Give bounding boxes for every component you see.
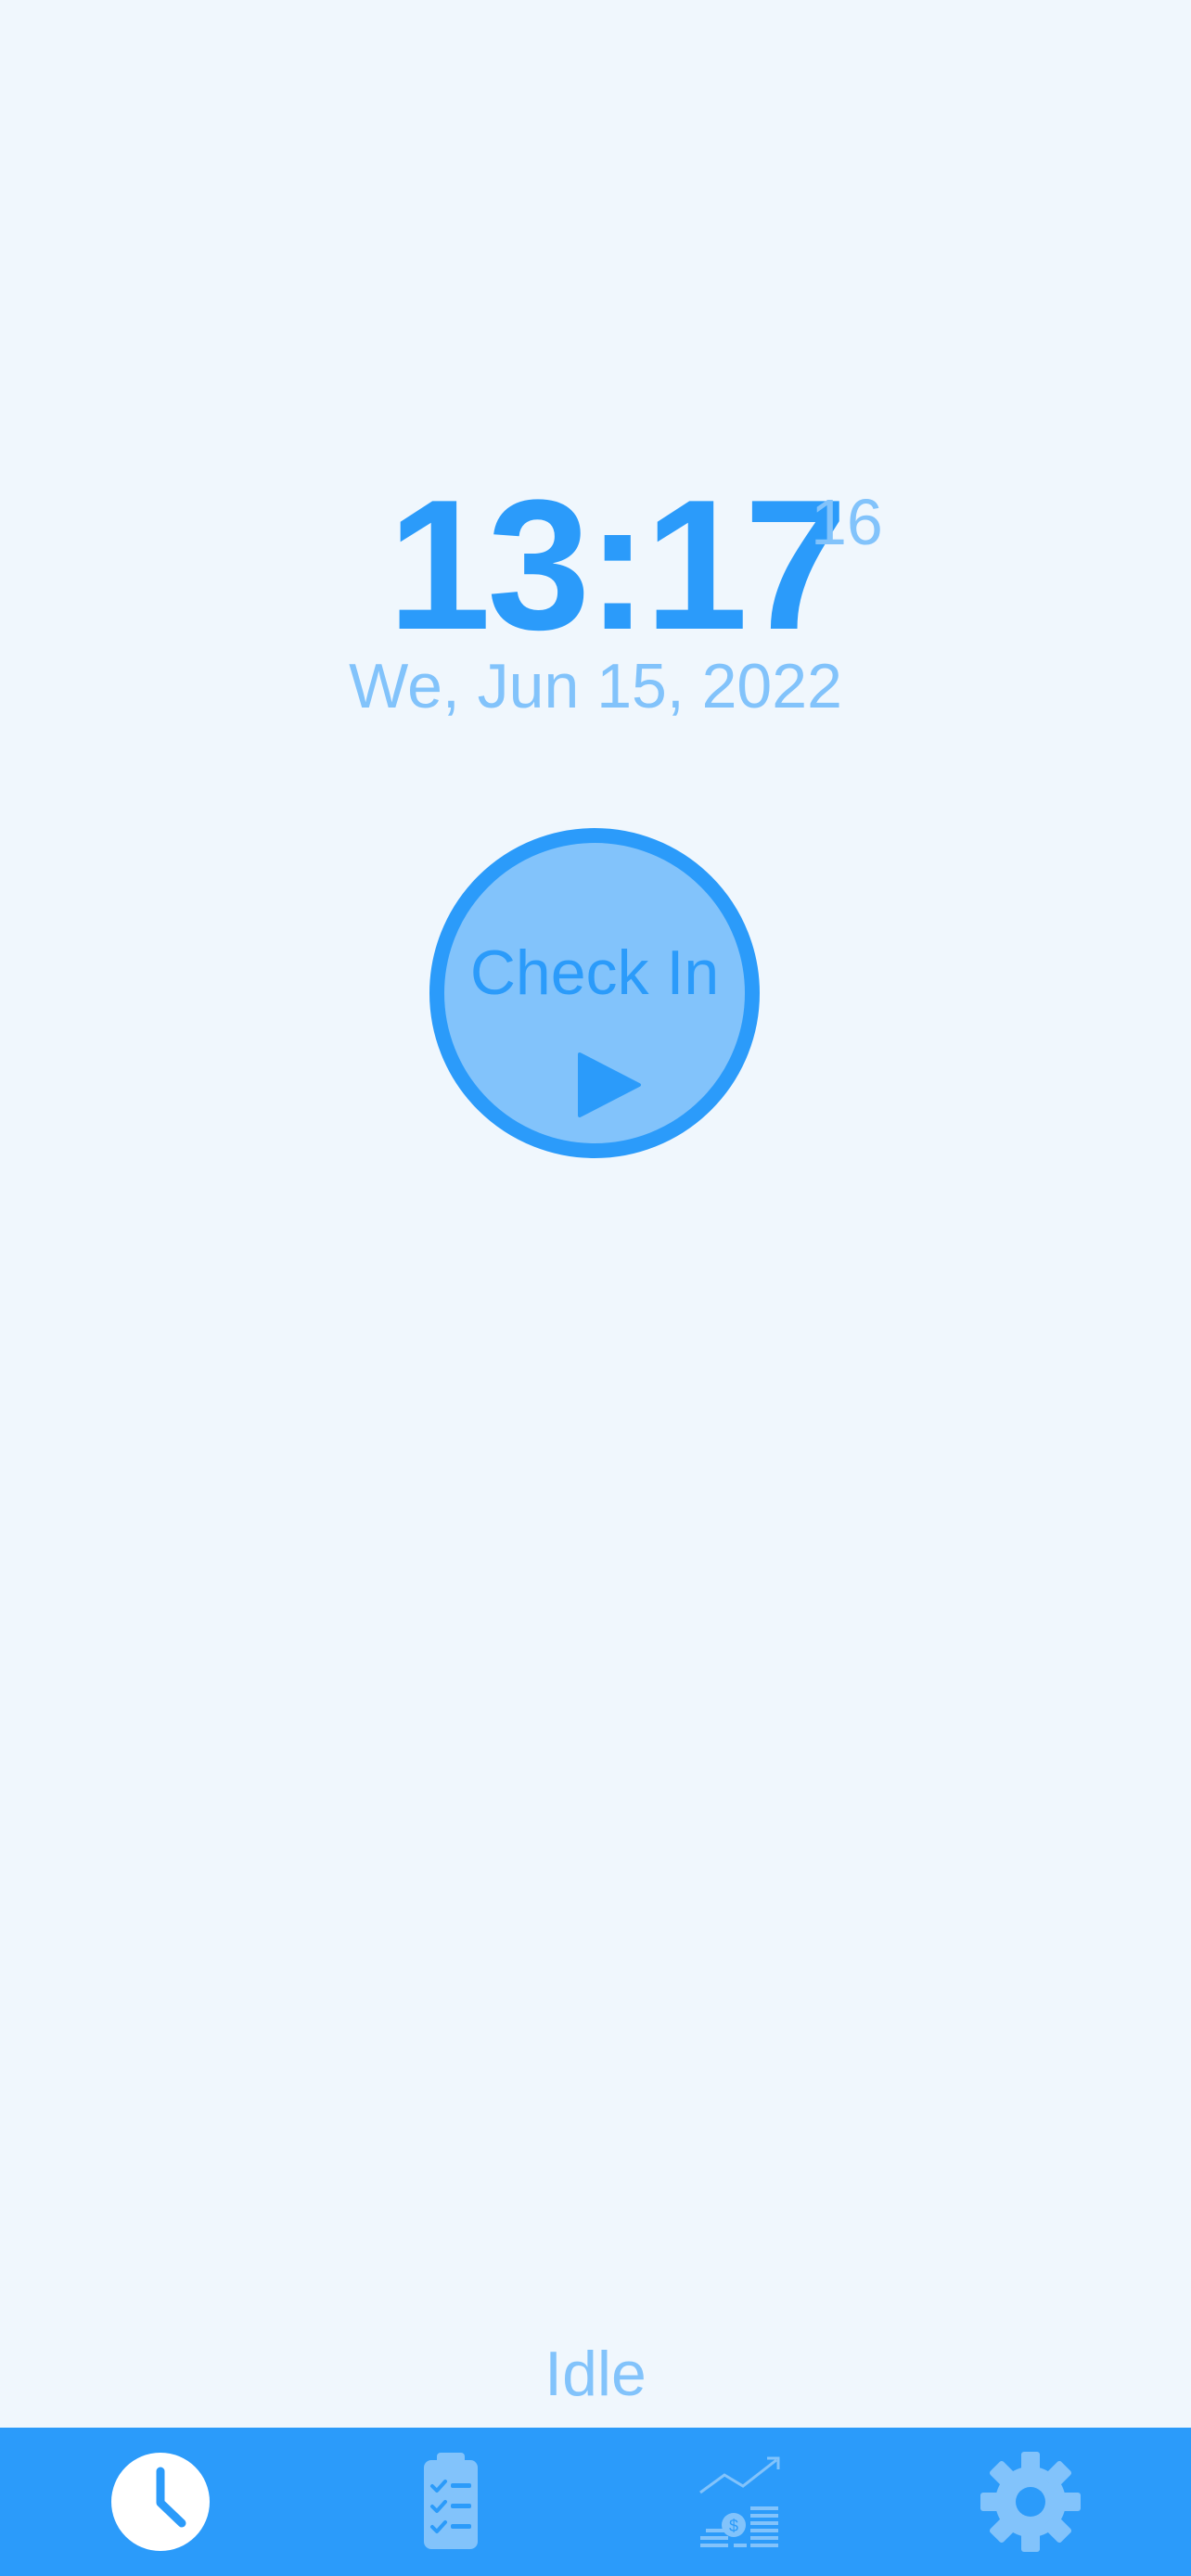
earnings-chart-icon: $	[699, 2456, 780, 2547]
clipboard-checklist-icon	[424, 2453, 478, 2549]
svg-text:$: $	[729, 2517, 738, 2535]
check-in-label: Check In	[469, 937, 720, 1008]
check-in-button[interactable]: Check In	[429, 828, 760, 1158]
nav-item-settings[interactable]	[966, 2428, 1095, 2576]
current-time: 13:17	[388, 462, 848, 669]
gear-icon	[980, 2452, 1081, 2552]
nav-item-clock[interactable]	[96, 2428, 225, 2576]
nav-item-earnings[interactable]: $	[675, 2428, 805, 2576]
play-icon	[578, 1052, 641, 1117]
clock-display: 13:17 16	[0, 473, 1191, 658]
current-seconds: 16	[811, 486, 883, 558]
status-text: Idle	[544, 2339, 647, 2409]
clock-icon	[111, 2453, 210, 2551]
current-date: We, Jun 15, 2022	[349, 651, 842, 721]
bottom-nav-bar: $	[0, 2428, 1191, 2576]
nav-item-tasks[interactable]	[386, 2428, 516, 2576]
